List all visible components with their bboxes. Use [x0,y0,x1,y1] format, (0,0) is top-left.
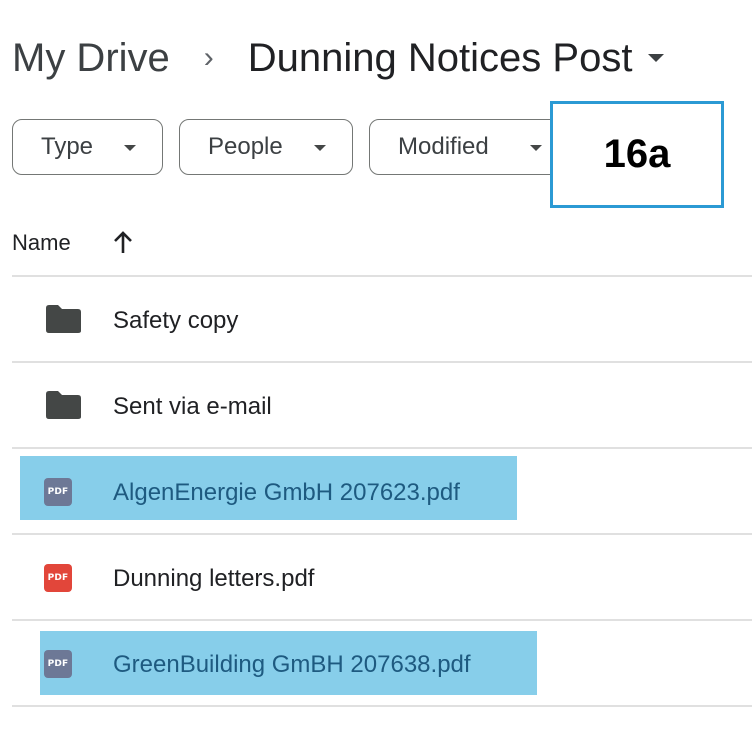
caret-down-icon [124,145,136,151]
current-folder-name: Dunning Notices Post [247,35,633,80]
file-row-greenbuilding[interactable]: PDF GreenBuilding GmBH 207638.pdf [12,622,752,708]
file-row-sent-via-email[interactable]: Sent via e-mail [12,364,752,450]
pdf-icon: PDF [44,478,72,506]
file-name: Dunning letters.pdf [113,565,315,592]
breadcrumb-my-drive[interactable]: My Drive [12,36,170,81]
folder-icon [44,304,82,339]
divider [12,361,752,363]
modified-filter-chip[interactable]: Modified [369,119,569,175]
breadcrumb: My Drive › Dunning Notices Post [12,30,752,86]
folder-icon [44,390,82,425]
name-column-label[interactable]: Name [12,230,71,256]
file-row-safety-copy[interactable]: Safety copy [12,278,752,364]
pdf-icon: PDF [44,650,72,678]
file-row-algenenergie[interactable]: PDF AlgenEnergie GmbH 207623.pdf [12,450,752,536]
caret-down-icon [530,145,542,151]
caret-down-icon [648,54,665,62]
divider [12,447,752,449]
name-column-header: Name [12,218,133,268]
type-filter-chip[interactable]: Type [12,119,163,175]
breadcrumb-current-folder[interactable]: Dunning Notices Post [248,36,665,81]
type-filter-label: Type [41,133,94,160]
divider [12,619,752,621]
file-name: GreenBuilding GmBH 207638.pdf [113,651,471,678]
sort-ascending-icon[interactable] [113,231,133,255]
file-name: Safety copy [113,307,239,334]
breadcrumb-separator-icon: › [203,41,214,74]
divider [12,275,752,277]
pdf-icon: PDF [44,564,72,592]
divider [12,705,752,707]
people-filter-label: People [208,133,283,160]
step-callout: 16a [550,101,724,208]
caret-down-icon [314,145,326,151]
file-name: Sent via e-mail [113,393,272,420]
file-row-dunning-letters[interactable]: PDF Dunning letters.pdf [12,536,752,622]
divider [12,533,752,535]
modified-filter-label: Modified [398,133,489,160]
people-filter-chip[interactable]: People [179,119,353,175]
file-name: AlgenEnergie GmbH 207623.pdf [113,479,460,506]
